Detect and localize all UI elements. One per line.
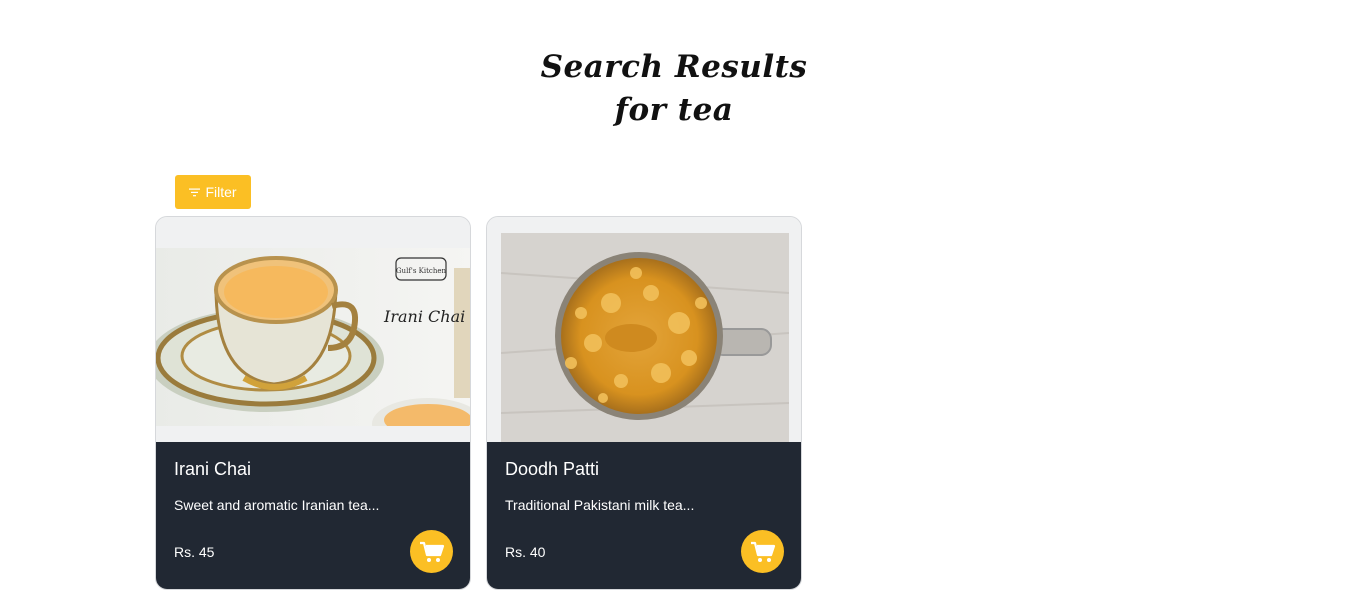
product-price: Rs. 45 [174, 544, 215, 560]
product-image: Gulf's Kitchen Irani Chai [156, 217, 470, 442]
product-card-body: Irani Chai Sweet and aromatic Iranian te… [156, 442, 470, 589]
product-price: Rs. 40 [505, 544, 546, 560]
add-to-cart-button[interactable] [741, 530, 784, 573]
filter-label: Filter [205, 184, 237, 200]
filter-button[interactable]: Filter [175, 175, 251, 209]
product-card[interactable]: Gulf's Kitchen Irani Chai Irani Chai Swe… [155, 216, 471, 590]
image-logo-text: Gulf's Kitchen [396, 267, 447, 275]
cart-icon [419, 541, 444, 562]
filter-icon [189, 188, 201, 196]
product-card[interactable]: Doodh Patti Traditional Pakistani milk t… [486, 216, 802, 590]
image-caption: Irani Chai [383, 307, 465, 326]
product-name: Irani Chai [174, 459, 252, 479]
product-description: Sweet and aromatic Iranian tea... [174, 497, 380, 513]
add-to-cart-button[interactable] [410, 530, 453, 573]
product-name: Doodh Patti [505, 459, 600, 479]
cart-icon [750, 541, 775, 562]
product-description: Traditional Pakistani milk tea... [505, 497, 695, 513]
product-image [487, 217, 801, 442]
page-title: Search Results for tea [540, 49, 808, 128]
product-card-body: Doodh Patti Traditional Pakistani milk t… [487, 442, 801, 589]
